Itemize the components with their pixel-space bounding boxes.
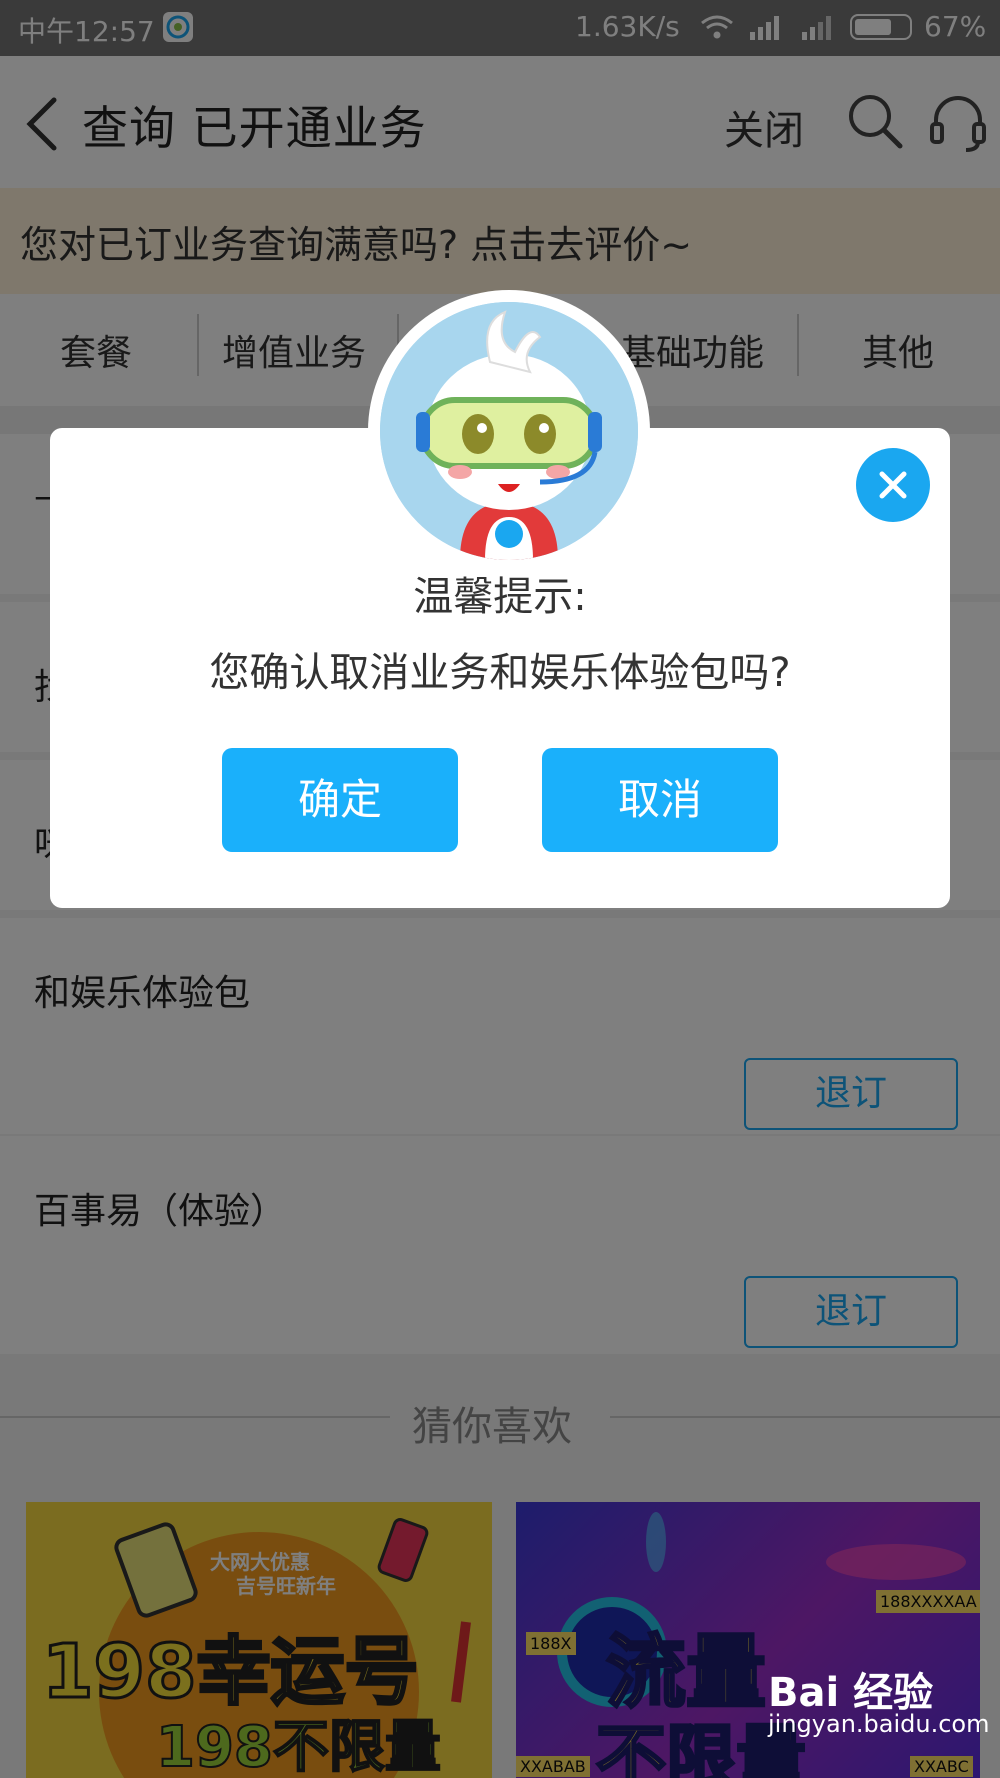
- dialog-title: 温馨提示:: [413, 574, 587, 620]
- watermark-url: jingyan.baidu.com: [768, 1710, 990, 1738]
- dialog-close-button[interactable]: [856, 448, 930, 522]
- confirm-button[interactable]: 确定: [222, 748, 458, 852]
- mascot-image: [380, 302, 638, 560]
- close-icon: [879, 471, 907, 499]
- cancel-button[interactable]: 取消: [542, 748, 778, 852]
- dialog-message: 您确认取消业务和娱乐体验包吗?: [209, 650, 791, 696]
- mascot-avatar: [368, 290, 650, 572]
